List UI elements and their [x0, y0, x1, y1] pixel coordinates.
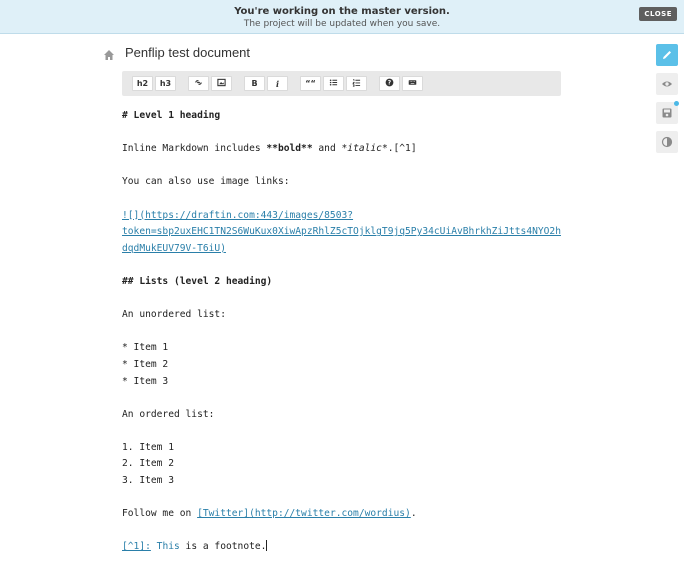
formatting-toolbar: h2 h3 B i ““ ? — [122, 71, 561, 96]
text-run: and — [312, 143, 342, 155]
numbered-list-icon — [352, 78, 361, 89]
editor-line: An unordered list: — [122, 309, 226, 321]
eye-icon — [661, 75, 673, 94]
text-cursor — [266, 540, 268, 552]
image-button[interactable] — [211, 76, 232, 91]
text-run: .[^1] — [387, 143, 417, 155]
editor-line: An ordered list: — [122, 408, 215, 420]
editor-line: 1. Item 1 — [122, 441, 174, 453]
editor-line: 2. Item 2 — [122, 458, 174, 470]
markdown-editor[interactable]: # Level 1 heading Inline Markdown includ… — [122, 108, 572, 556]
italic-run: *italic* — [341, 143, 388, 155]
text-run: . — [410, 508, 417, 520]
italic-button[interactable]: i — [267, 76, 288, 91]
banner-title: You're working on the master version. — [234, 6, 450, 17]
heading2-button[interactable]: h2 — [132, 76, 153, 91]
image-link-url[interactable]: token=sbp2uxEHC1TN2S6WuKux0XiwApzRhlZ5cT… — [122, 226, 561, 237]
editor-line: * Item 1 — [122, 342, 169, 354]
text-run: Follow me on — [122, 508, 198, 520]
twitter-link-text[interactable]: [Twitter] — [197, 508, 249, 519]
right-rail — [656, 44, 679, 160]
theme-toggle-button[interactable] — [656, 131, 678, 153]
italic-label: i — [275, 78, 280, 89]
link-button[interactable] — [188, 76, 209, 91]
editor-line: # Level 1 heading — [122, 110, 221, 121]
document-header: Penflip test document — [103, 44, 250, 60]
bold-run: **bold** — [266, 143, 313, 155]
editor-line: ![](https://draftin.com:443/images/8503? — [122, 208, 572, 225]
editor-line: dqdMukEUV79V-T6iU) — [122, 241, 572, 258]
preview-button[interactable] — [656, 73, 678, 95]
footnote-reference[interactable]: [^1]: — [122, 541, 151, 552]
bulleted-list-button[interactable] — [323, 76, 344, 91]
editor-line: Inline Markdown includes **bold** and *i… — [122, 141, 572, 158]
pencil-icon — [661, 46, 673, 65]
text-run: Inline Markdown includes — [122, 143, 267, 155]
banner-subtitle: The project will be updated when you sav… — [243, 19, 441, 29]
bulleted-list-icon — [329, 78, 338, 89]
save-icon — [661, 104, 673, 123]
home-icon[interactable] — [103, 46, 115, 60]
editor-line: You can also use image links: — [122, 176, 290, 188]
editor-line: * Item 3 — [122, 375, 169, 387]
editor-line: * Item 2 — [122, 358, 169, 370]
save-button[interactable] — [656, 101, 679, 124]
link-icon — [194, 78, 203, 89]
contrast-icon — [661, 133, 673, 152]
editor-line: Follow me on [Twitter](http://twitter.co… — [122, 506, 572, 523]
numbered-list-button[interactable] — [346, 76, 367, 91]
quote-button[interactable]: ““ — [300, 76, 321, 91]
help-icon: ? — [385, 78, 394, 89]
master-version-banner: You're working on the master version. Th… — [0, 0, 684, 34]
twitter-link-url[interactable]: (http://twitter.com/wordius) — [249, 508, 411, 519]
editor-line: token=sbp2uxEHC1TN2S6WuKux0XiwApzRhlZ5cT… — [122, 224, 572, 241]
help-button[interactable]: ? — [379, 76, 400, 91]
bold-button[interactable]: B — [244, 76, 265, 91]
edit-mode-button[interactable] — [656, 44, 678, 66]
keyboard-button[interactable] — [402, 76, 423, 91]
unsaved-indicator — [674, 101, 679, 106]
image-icon — [217, 78, 226, 89]
image-link-url[interactable]: dqdMukEUV79V-T6iU) — [122, 243, 226, 254]
editor-line: ## Lists (level 2 heading) — [122, 275, 273, 287]
close-button[interactable]: CLOSE — [639, 7, 677, 21]
document-title: Penflip test document — [125, 44, 251, 60]
footnote-word: This — [150, 541, 180, 553]
image-link-bracket[interactable]: ![] — [122, 210, 139, 221]
editor-line: [^1]: This is a footnote. — [122, 539, 572, 556]
heading3-button[interactable]: h3 — [155, 76, 176, 91]
image-link-url[interactable]: (https://draftin.com:443/images/8503? — [139, 210, 353, 221]
editor-line: 3. Item 3 — [122, 475, 174, 487]
text-run: is a footnote. — [179, 541, 267, 553]
keyboard-icon — [408, 78, 417, 89]
